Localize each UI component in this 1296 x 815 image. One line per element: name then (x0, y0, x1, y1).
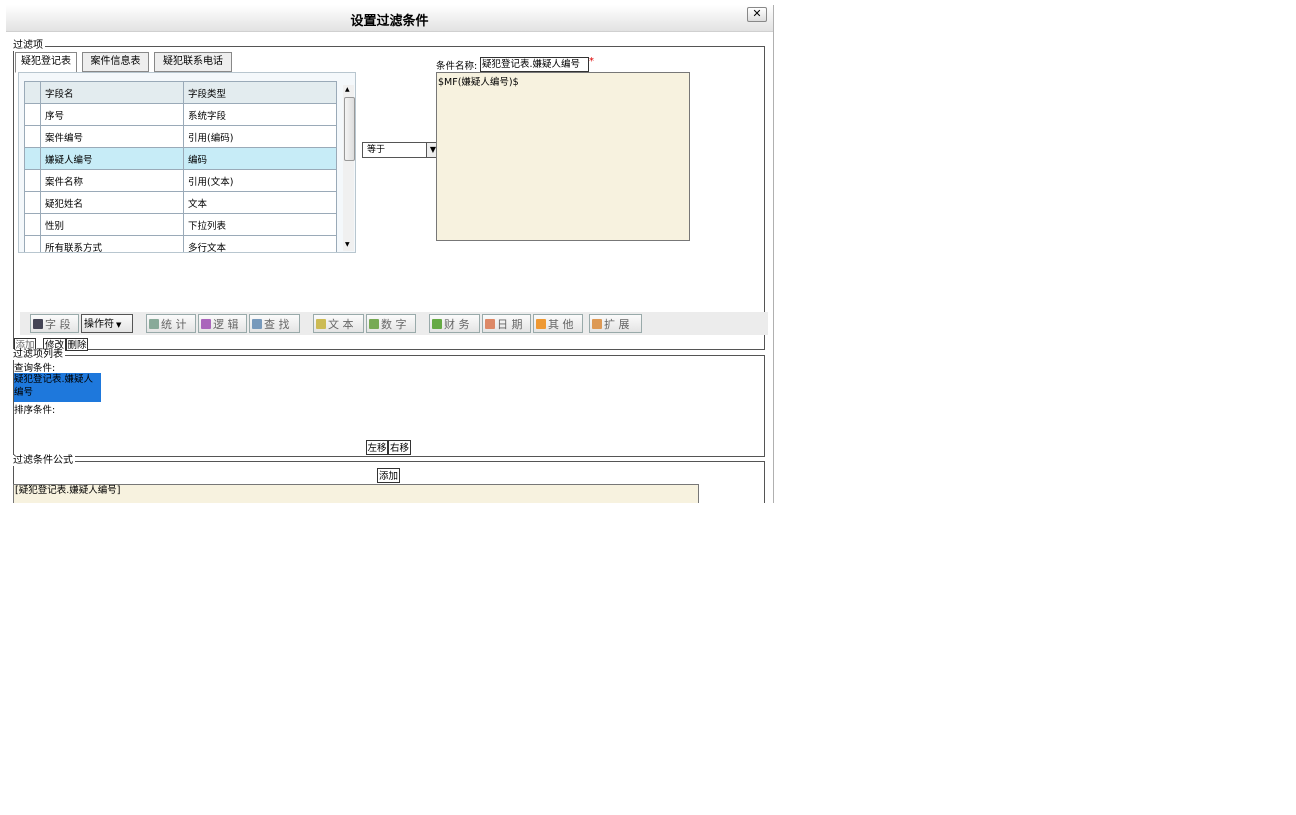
tab-case-info[interactable]: 案件信息表 (82, 52, 149, 72)
table-header-row: 字段名 字段类型 (24, 81, 337, 104)
header-field-name: 字段名 (40, 81, 184, 104)
finance-button[interactable]: 财 务 (429, 314, 480, 333)
extend-icon (592, 319, 602, 329)
condition-name-label: 条件名称: (436, 61, 478, 72)
add-formula-button[interactable]: 添加 (377, 468, 400, 483)
statistics-icon (149, 319, 159, 329)
filter-list-legend: 过滤项列表 (13, 349, 65, 360)
required-mark: * (589, 56, 594, 67)
date-button[interactable]: 日 期 (482, 314, 531, 333)
field-name-cell: 疑犯姓名 (40, 191, 184, 214)
move-right-button[interactable]: 右移 (388, 440, 411, 455)
field-name-cell: 嫌疑人编号 (40, 147, 184, 170)
field-type-cell: 多行文本 (183, 235, 337, 252)
filter-dialog: 设置过滤条件 ✕ 过滤项 疑犯登记表 案件信息表 疑犯联系电话 字段名 字段类型… (6, 5, 774, 503)
filter-items-legend: 过滤项 (13, 40, 45, 51)
field-name-cell: 案件名称 (40, 169, 184, 192)
query-condition-label: 查询条件: (14, 363, 56, 374)
field-type-cell: 引用(编码) (183, 125, 337, 148)
table-row[interactable]: 疑犯姓名 文本 (24, 191, 337, 214)
logic-button[interactable]: 逻 辑 (198, 314, 247, 333)
table-row[interactable]: 所有联系方式 多行文本 (24, 235, 337, 252)
plus-icon (33, 319, 43, 329)
header-field-type: 字段类型 (183, 81, 337, 104)
field-type-cell: 系统字段 (183, 103, 337, 126)
scroll-up-icon[interactable]: ▲ (345, 86, 350, 93)
operator-value: 等于 (367, 145, 386, 155)
calendar-icon (485, 319, 495, 329)
sort-condition-label: 排序条件: (14, 405, 56, 416)
field-name-cell: 序号 (40, 103, 184, 126)
table-row[interactable]: 性别 下拉列表 (24, 213, 337, 236)
scrollbar-thumb[interactable] (344, 97, 355, 161)
field-type-cell: 编码 (183, 147, 337, 170)
search-icon (252, 319, 262, 329)
tab-suspect-phone[interactable]: 疑犯联系电话 (154, 52, 232, 72)
condition-name-input[interactable]: 疑犯登记表.嫌疑人编号 (480, 57, 589, 72)
number-icon (369, 319, 379, 329)
field-button[interactable]: 字 段 (30, 314, 79, 333)
field-type-cell: 引用(文本) (183, 169, 337, 192)
delete-item-button[interactable]: 删除 (66, 338, 88, 351)
dialog-title: 设置过滤条件 (350, 14, 429, 29)
number-button[interactable]: 数 字 (366, 314, 416, 333)
field-type-cell: 文本 (183, 191, 337, 214)
text-button[interactable]: 文 本 (313, 314, 364, 333)
formula-input[interactable]: [疑犯登记表.嫌疑人编号] (13, 484, 699, 503)
lookup-button[interactable]: 查 找 (249, 314, 300, 333)
statistics-button[interactable]: 统 计 (146, 314, 196, 333)
finance-icon (432, 319, 442, 329)
chevron-down-icon: ▼ (116, 321, 122, 329)
expression-textarea[interactable]: $MF(嫌疑人编号)$ (436, 72, 690, 241)
field-name-cell: 所有联系方式 (40, 235, 184, 252)
text-icon (316, 319, 326, 329)
field-table: 字段名 字段类型 序号 系统字段 案件编号 引用(编码) 嫌疑人编号 编码 案件… (24, 81, 337, 252)
table-row-selected[interactable]: 嫌疑人编号 编码 (24, 147, 337, 170)
dialog-titlebar: 设置过滤条件 ✕ (6, 5, 773, 32)
extend-button[interactable]: 扩 展 (589, 314, 642, 333)
formula-legend: 过滤条件公式 (13, 455, 75, 466)
query-condition-item[interactable]: 疑犯登记表.嫌疑人 编号 (14, 373, 101, 402)
move-left-button[interactable]: 左移 (366, 440, 388, 455)
table-row[interactable]: 案件名称 引用(文本) (24, 169, 337, 192)
other-button[interactable]: 其 他 (533, 314, 583, 333)
operator-select[interactable]: 等于 ▼ (362, 142, 440, 158)
tab-suspect-register[interactable]: 疑犯登记表 (15, 52, 77, 73)
logic-icon (201, 319, 211, 329)
operator-button[interactable]: 操作符 ▼ (81, 314, 133, 333)
other-icon (536, 319, 546, 329)
table-row[interactable]: 序号 系统字段 (24, 103, 337, 126)
field-name-cell: 性别 (40, 213, 184, 236)
field-type-cell: 下拉列表 (183, 213, 337, 236)
field-name-cell: 案件编号 (40, 125, 184, 148)
field-grid: 字段名 字段类型 序号 系统字段 案件编号 引用(编码) 嫌疑人编号 编码 案件… (18, 72, 356, 253)
scroll-down-icon[interactable]: ▼ (345, 241, 350, 248)
table-row[interactable]: 案件编号 引用(编码) (24, 125, 337, 148)
close-icon[interactable]: ✕ (747, 7, 767, 22)
